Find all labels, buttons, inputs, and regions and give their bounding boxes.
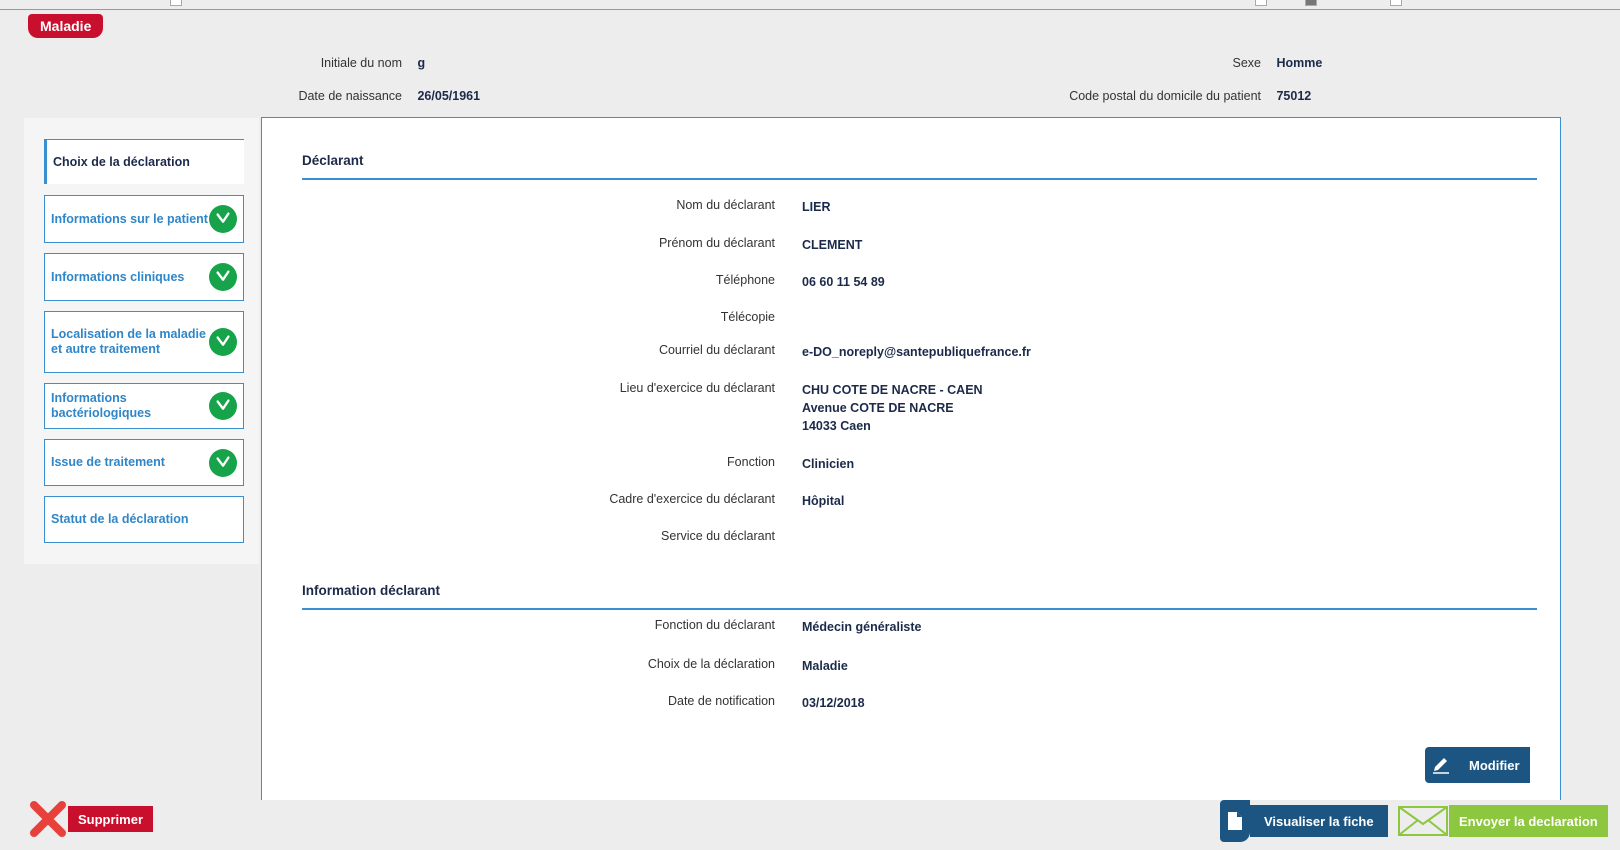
field-value: 06 60 11 54 89 [802, 275, 885, 289]
check-icon [209, 392, 237, 420]
patient-sex-label: Sexe [1232, 56, 1262, 70]
envelope-icon [1397, 800, 1449, 842]
declaration-steps-sidebar: Choix de la déclaration Informations sur… [24, 118, 259, 564]
address-line: 14033 Caen [802, 419, 871, 433]
field-label: Prénom du déclarant [658, 236, 775, 250]
sidebar-item-label: Informations sur le patient [51, 211, 208, 226]
envoyer-declaration-button[interactable]: Envoyer la declaration [1397, 800, 1608, 842]
sidebar-item-statut-declaration[interactable]: Statut de la déclaration [44, 496, 244, 543]
patient-sex-value: Homme [1276, 56, 1323, 70]
sidebar-item-informations-cliniques[interactable]: Informations cliniques [44, 253, 244, 301]
section-divider [302, 178, 1537, 180]
field-value: Hôpital [802, 494, 845, 508]
check-icon [209, 263, 237, 291]
field-label: Courriel du déclarant [658, 343, 775, 357]
sidebar-item-label: Choix de la déclaration [53, 154, 190, 169]
field-value: CLEMENT [802, 238, 863, 252]
address-line: CHU COTE DE NACRE - CAEN [802, 383, 983, 397]
modifier-button[interactable]: Modifier [1425, 747, 1530, 783]
toolbar-stub-icon [170, 0, 182, 6]
toolbar-stub-icon [1255, 0, 1267, 6]
supprimer-label: Supprimer [68, 806, 154, 832]
patient-sex-row: Sexe Homme [1040, 56, 1370, 70]
field-value: CHU COTE DE NACRE - CAEN Avenue COTE DE … [802, 381, 983, 435]
envoyer-label: Envoyer la declaration [1449, 805, 1608, 837]
field-value: Médecin généraliste [802, 620, 922, 634]
field-value: Maladie [802, 659, 848, 673]
declarant-section-title: Déclarant [302, 153, 364, 168]
supprimer-button[interactable]: Supprimer [28, 801, 154, 837]
declarant-details-panel: Déclarant Nom du déclarant LIER Prénom d… [261, 117, 1561, 800]
pencil-icon [1425, 747, 1457, 783]
field-value: 03/12/2018 [802, 696, 865, 710]
field-label: Téléphone [715, 273, 775, 287]
sidebar-item-label: Issue de traitement [51, 455, 165, 469]
patient-postal-label: Code postal du domicile du patient [1069, 89, 1261, 103]
document-icon [1220, 800, 1250, 842]
top-toolbar-strip [0, 0, 1620, 10]
field-label: Cadre d'exercice du déclarant [609, 492, 775, 506]
patient-birth-value: 26/05/1961 [417, 89, 481, 103]
field-label: Date de notification [667, 694, 775, 708]
toolbar-stub-icon [1305, 0, 1317, 6]
info-section-title: Information déclarant [302, 583, 441, 598]
toolbar-stub-icon [1390, 0, 1402, 6]
sidebar-item-label: Informations cliniques [51, 269, 185, 284]
check-icon [209, 328, 237, 356]
field-label: Service du déclarant [661, 529, 775, 543]
sidebar-item-localisation-maladie[interactable]: Localisation de la maladie et autre trai… [44, 311, 244, 373]
check-icon [209, 448, 237, 477]
field-value: e-DO_noreply@santepubliquefrance.fr [802, 345, 1031, 359]
disease-tab[interactable]: Maladie [28, 14, 104, 38]
patient-birth-row: Date de naissance 26/05/1961 [292, 89, 732, 103]
field-label: Fonction [727, 455, 775, 469]
sidebar-item-informations-patient[interactable]: Informations sur le patient [44, 195, 244, 243]
patient-initial-row: Initiale du nom g [292, 56, 732, 70]
patient-postal-row: Code postal du domicile du patient 75012 [1040, 89, 1370, 103]
patient-initial-value: g [417, 56, 426, 70]
visualiser-label: Visualiser la fiche [1250, 805, 1388, 837]
section-divider [302, 608, 1537, 610]
sidebar-item-choix-declaration[interactable]: Choix de la déclaration [44, 139, 244, 184]
sidebar-item-issue-traitement[interactable]: Issue de traitement [44, 439, 244, 486]
field-label: Lieu d'exercice du déclarant [619, 381, 775, 395]
modifier-label: Modifier [1457, 747, 1530, 783]
patient-birth-label: Date de naissance [298, 89, 402, 103]
field-label: Fonction du déclarant [654, 618, 775, 632]
visualiser-fiche-button[interactable]: Visualiser la fiche [1220, 800, 1388, 842]
sidebar-item-label: Statut de la déclaration [51, 512, 189, 526]
check-icon [209, 205, 237, 233]
sidebar-item-label: Localisation de la maladie et autre trai… [51, 327, 206, 356]
field-label: Télécopie [720, 310, 775, 324]
field-label: Nom du déclarant [676, 198, 775, 212]
field-value: LIER [802, 200, 831, 214]
field-label: Choix de la déclaration [647, 657, 775, 671]
sidebar-item-informations-bacteriologiques[interactable]: Informations bactériologiques [44, 383, 244, 429]
address-line: Avenue COTE DE NACRE [802, 401, 954, 415]
sidebar-item-label: Informations bactériologiques [51, 391, 152, 420]
patient-initial-label: Initiale du nom [320, 56, 402, 70]
patient-postal-value: 75012 [1276, 89, 1312, 103]
cross-icon [28, 801, 68, 837]
field-value: Clinicien [802, 457, 855, 471]
